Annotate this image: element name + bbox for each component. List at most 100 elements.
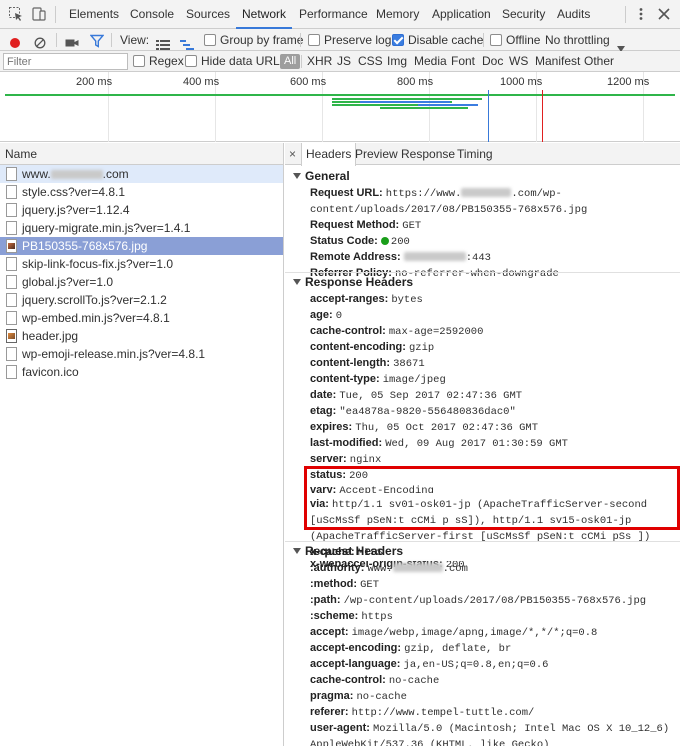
regex-checkbox[interactable]: Regex <box>133 51 184 72</box>
filter-type-img[interactable]: Img <box>387 51 407 72</box>
header-value: bytes <box>391 294 423 306</box>
request-row-selected[interactable]: PB150355-768x576.jpg <box>0 237 283 255</box>
request-row[interactable]: favicon.ico <box>0 363 283 381</box>
header-value: nginx <box>349 454 382 466</box>
header-key: status: <box>310 469 347 481</box>
network-overview-timeline[interactable]: 200 ms 400 ms 600 ms 800 ms 1000 ms 1200… <box>0 72 680 142</box>
filter-type-font[interactable]: Font <box>451 51 475 72</box>
request-headers-section: Request Headers :authority: www. .com :me… <box>285 541 680 746</box>
clear-icon[interactable] <box>34 34 46 49</box>
devtools-tabbar: Elements Console Sources Network Perform… <box>0 0 680 29</box>
preserve-log-checkbox[interactable]: Preserve log <box>308 29 391 51</box>
tab-headers[interactable]: Headers <box>301 143 357 166</box>
request-row[interactable]: jquery-migrate.min.js?ver=1.4.1 <box>0 219 283 237</box>
header-key: age: <box>310 309 333 321</box>
header-value: GET <box>402 220 422 232</box>
tab-elements[interactable]: Elements <box>63 0 125 29</box>
filter-funnel-icon[interactable] <box>89 33 105 48</box>
offline-checkbox[interactable]: Offline <box>490 29 540 51</box>
checkbox-unchecked[interactable] <box>308 34 320 46</box>
filter-type-manifest[interactable]: Manifest <box>535 51 580 72</box>
general-section-header[interactable]: General <box>285 168 680 185</box>
response-headers-header[interactable]: Response Headers <box>285 274 680 291</box>
disable-cache-checkbox[interactable]: Disable cache <box>392 29 483 51</box>
tab-response[interactable]: Response <box>401 143 455 165</box>
request-row[interactable]: header.jpg <box>0 327 283 345</box>
filter-type-css[interactable]: CSS <box>358 51 383 72</box>
header-key: user-agent: <box>310 722 370 734</box>
device-toolbar-icon[interactable] <box>31 6 47 22</box>
inspect-element-icon[interactable] <box>8 6 24 22</box>
record-icon[interactable] <box>9 34 21 48</box>
checkbox-unchecked[interactable] <box>133 55 145 67</box>
request-row[interactable]: global.js?ver=1.0 <box>0 273 283 291</box>
tab-audits[interactable]: Audits <box>551 0 596 29</box>
header-value: 200 <box>349 470 369 482</box>
header-line: :path: /wp-content/uploads/2017/08/PB150… <box>285 593 680 609</box>
close-detail-icon[interactable]: × <box>289 143 296 165</box>
waterfall-bar <box>415 98 465 100</box>
name-column-header[interactable]: Name <box>0 143 283 165</box>
tab-security[interactable]: Security <box>496 0 551 29</box>
filter-type-all[interactable]: All <box>280 54 301 69</box>
header-line: content-length: 38671 <box>285 356 680 372</box>
offline-label: Offline <box>506 33 541 47</box>
hide-data-urls-checkbox[interactable]: Hide data URLs <box>185 51 286 72</box>
header-value: Thu, 05 Oct 2017 02:47:36 GMT <box>355 422 538 434</box>
tab-application[interactable]: Application <box>426 0 497 29</box>
request-method-line: Request Method: GET <box>285 218 680 234</box>
script-file-icon <box>6 257 17 271</box>
header-value: ja,en-US;q=0.8,en;q=0.6 <box>403 659 549 671</box>
close-devtools-icon[interactable] <box>656 6 672 22</box>
request-row[interactable]: wp-embed.min.js?ver=4.8.1 <box>0 309 283 327</box>
header-key: pragma: <box>310 690 354 702</box>
filter-type-media[interactable]: Media <box>414 51 447 72</box>
header-value: http://www.tempel-tuttle.com/ <box>351 707 535 719</box>
header-value: 0 <box>335 310 342 322</box>
header-key: Request Method: <box>310 219 400 231</box>
screenshot-camera-icon[interactable] <box>65 34 79 47</box>
request-row[interactable]: www. .com <box>0 165 283 183</box>
checkbox-checked[interactable] <box>392 34 404 46</box>
throttling-value: No throttling <box>545 33 610 47</box>
checkbox-unchecked[interactable] <box>490 34 502 46</box>
dropdown-arrow-icon[interactable] <box>617 37 625 52</box>
request-row[interactable]: wp-emoji-release.min.js?ver=4.8.1 <box>0 345 283 363</box>
section-title: General <box>305 169 350 183</box>
header-key: referer: <box>310 706 349 718</box>
header-line: accept-encoding: gzip, deflate, br <box>285 641 680 657</box>
header-value: .com <box>442 563 468 575</box>
filter-type-xhr[interactable]: XHR <box>307 51 332 72</box>
throttling-select[interactable]: No throttling <box>545 29 610 51</box>
checkbox-unchecked[interactable] <box>204 34 216 46</box>
request-row[interactable]: jquery.js?ver=1.12.4 <box>0 201 283 219</box>
filter-type-ws[interactable]: WS <box>509 51 528 72</box>
request-row[interactable]: jquery.scrollTo.js?ver=2.1.2 <box>0 291 283 309</box>
filter-type-js[interactable]: JS <box>337 51 351 72</box>
filter-type-doc[interactable]: Doc <box>482 51 503 72</box>
large-rows-icon[interactable] <box>156 35 170 50</box>
request-detail-pane: × Headers Preview Response Timing Genera… <box>285 143 680 746</box>
header-key: :authority: <box>310 562 365 574</box>
header-line: content-encoding: gzip <box>285 340 680 356</box>
header-value: /wp-content/uploads/2017/08/PB150355-768… <box>343 595 647 607</box>
group-by-frame-checkbox[interactable]: Group by frame <box>204 29 303 51</box>
tab-timing[interactable]: Timing <box>457 143 493 165</box>
more-options-icon[interactable] <box>633 6 649 22</box>
waterfall-view-icon[interactable] <box>180 35 194 50</box>
tab-memory[interactable]: Memory <box>370 0 425 29</box>
header-key: accept-ranges: <box>310 293 389 305</box>
header-line: last-modified: Wed, 09 Aug 2017 01:30:59… <box>285 436 680 452</box>
checkbox-unchecked[interactable] <box>185 55 197 67</box>
filter-type-other[interactable]: Other <box>584 51 614 72</box>
tab-console[interactable]: Console <box>124 0 180 29</box>
tab-network[interactable]: Network <box>236 0 293 29</box>
filter-input[interactable] <box>3 53 128 70</box>
request-row[interactable]: style.css?ver=4.8.1 <box>0 183 283 201</box>
tab-sources[interactable]: Sources <box>180 0 236 29</box>
tab-preview[interactable]: Preview <box>355 143 398 165</box>
request-headers-header[interactable]: Request Headers <box>285 543 680 560</box>
tab-performance[interactable]: Performance <box>293 0 374 29</box>
toolbar-divider <box>55 6 56 23</box>
request-row[interactable]: skip-link-focus-fix.js?ver=1.0 <box>0 255 283 273</box>
